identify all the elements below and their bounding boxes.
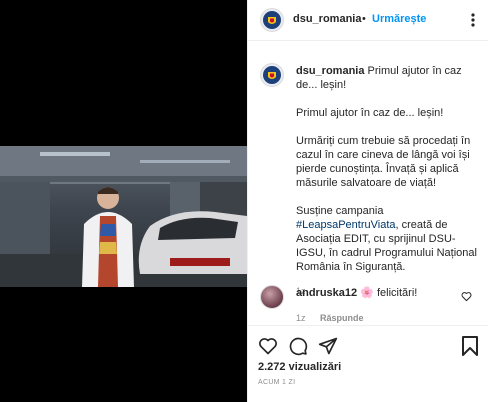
comment-line: andruska12 🌸 felicitări! bbox=[296, 286, 456, 300]
follow-button[interactable]: Urmărește bbox=[372, 13, 426, 25]
caption-repeat: Primul ajutor în caz de... leșin! bbox=[296, 107, 444, 119]
comment-text: felicitări! bbox=[376, 287, 418, 299]
comment: andruska12 🌸 felicitări! 1z Răspunde bbox=[296, 286, 456, 326]
commenter-avatar[interactable] bbox=[260, 285, 284, 309]
comment-like-heart-icon[interactable] bbox=[461, 289, 472, 307]
author-username[interactable]: dsu_romania bbox=[293, 13, 361, 25]
comment-timestamp: 1z bbox=[296, 313, 306, 323]
comment-icon[interactable] bbox=[288, 336, 308, 361]
comment-username[interactable]: andruska12 bbox=[296, 287, 357, 299]
dsu-logo-icon bbox=[263, 11, 281, 29]
caption-paragraph-1: Urmăriți cum trebuie să procedați în caz… bbox=[296, 135, 471, 189]
more-options-icon[interactable] bbox=[466, 12, 480, 33]
post-header: dsu_romania • Urmărește bbox=[248, 0, 488, 41]
heart-icon[interactable] bbox=[258, 336, 278, 361]
post-panel: dsu_romania • Urmărește dsu_romania Prim… bbox=[247, 0, 488, 402]
author-avatar[interactable] bbox=[260, 8, 284, 32]
caption: dsu_romania Primul ajutor în caz de... l… bbox=[296, 64, 480, 296]
caption-first-line: dsu_romania Primul ajutor în caz de... l… bbox=[296, 64, 480, 92]
caption-paragraph-2: Susține campania #LeapsaPentruViata, cre… bbox=[296, 204, 480, 274]
video-player[interactable] bbox=[0, 0, 247, 402]
bookmark-icon[interactable] bbox=[461, 335, 479, 362]
dsu-logo-icon bbox=[263, 66, 281, 84]
caption-text-before-hashtag: Susține campania bbox=[296, 205, 384, 217]
post-date: ACUM 1 ZI bbox=[258, 379, 296, 386]
header-separator: • bbox=[362, 13, 366, 25]
view-count[interactable]: 2.272 vizualizări bbox=[258, 361, 341, 373]
comment-reply-button[interactable]: Răspunde bbox=[320, 313, 364, 323]
comment-emoji: 🌸 bbox=[360, 287, 374, 299]
video-still-image bbox=[0, 146, 247, 287]
hashtag-link[interactable]: #LeapsaPentruViata bbox=[296, 219, 396, 231]
video-frame[interactable] bbox=[0, 146, 247, 287]
comment-meta: 1z Răspunde bbox=[296, 308, 456, 326]
caption-avatar[interactable] bbox=[260, 63, 284, 87]
share-icon[interactable] bbox=[318, 336, 338, 361]
action-bar bbox=[248, 325, 488, 366]
caption-username[interactable]: dsu_romania bbox=[296, 65, 364, 77]
